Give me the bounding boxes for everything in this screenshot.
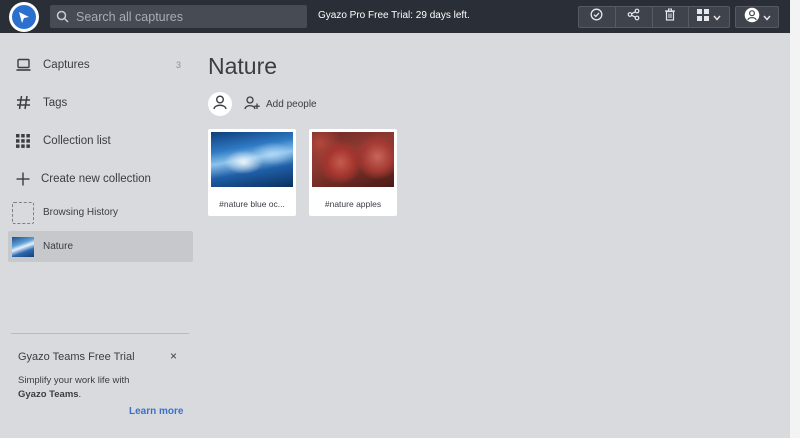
account-menu-button[interactable] <box>735 6 779 28</box>
promo-body-text: Simplify your work life with <box>18 375 130 386</box>
avatar[interactable] <box>208 92 232 116</box>
user-icon <box>211 93 229 116</box>
select-button[interactable] <box>579 7 616 27</box>
learn-more-link[interactable]: Learn more <box>129 406 183 417</box>
capture-thumbnail[interactable] <box>211 132 293 187</box>
sidebar-item-label: Captures <box>43 58 90 71</box>
grid-dots-icon <box>8 133 38 148</box>
sidebar-item-captures[interactable]: Captures 3 <box>8 49 193 80</box>
capture-card[interactable]: #nature apples <box>309 129 397 216</box>
share-icon <box>627 8 640 26</box>
search-box[interactable] <box>50 5 307 28</box>
nature-thumbnail <box>8 236 38 257</box>
sidebar: Captures 3 Tags Collection list Create n… <box>0 33 200 438</box>
sidebar-divider <box>11 333 189 334</box>
captures-count: 3 <box>175 59 181 70</box>
page-title: Nature <box>208 53 278 79</box>
sidebar-item-create-collection[interactable]: Create new collection <box>8 163 193 194</box>
capture-thumbnail[interactable] <box>312 132 394 187</box>
hash-icon <box>8 95 38 110</box>
view-mode-button[interactable] <box>689 7 729 27</box>
top-bar: Gyazo Pro Free Trial: 29 days left. <box>0 0 790 33</box>
sidebar-item-tags[interactable]: Tags <box>8 87 193 118</box>
capture-caption: #nature blue oc... <box>219 199 285 209</box>
sidebar-item-label: Browsing History <box>43 207 119 218</box>
toolbar-group <box>578 6 730 28</box>
trial-status-text: Gyazo Pro Free Trial: 29 days left. <box>318 10 470 21</box>
window-edge <box>790 0 800 438</box>
sidebar-item-browsing-history[interactable]: Browsing History <box>8 197 193 228</box>
sidebar-item-collection-list[interactable]: Collection list <box>8 125 193 156</box>
capture-card[interactable]: #nature blue oc... <box>208 129 296 216</box>
trash-icon <box>664 8 676 26</box>
add-people-label: Add people <box>266 99 317 110</box>
promo-body-bold: Gyazo Teams <box>18 389 79 400</box>
promo-body: Simplify your work life with Gyazo Teams… <box>18 374 183 402</box>
sidebar-item-label: Nature <box>43 241 74 252</box>
grid-view-icon <box>697 8 710 26</box>
promo-title: Gyazo Teams Free Trial <box>18 351 135 363</box>
sidebar-item-label: Collection list <box>43 134 111 147</box>
share-button[interactable] <box>616 7 653 27</box>
dashed-square-icon <box>8 201 38 224</box>
sidebar-item-label: Tags <box>43 96 68 109</box>
promo-body-suffix: . <box>78 389 82 400</box>
chevron-down-icon <box>762 8 771 26</box>
delete-button[interactable] <box>653 7 690 27</box>
add-people-button[interactable]: Add people <box>244 95 317 114</box>
add-user-icon <box>244 95 260 114</box>
close-icon[interactable]: × <box>170 349 177 363</box>
account-icon <box>744 7 760 28</box>
sidebar-item-label: Create new collection <box>41 172 151 185</box>
laptop-icon <box>8 58 38 72</box>
check-circle-icon <box>590 8 603 26</box>
gyazo-logo[interactable] <box>9 2 39 32</box>
chevron-down-icon <box>713 8 721 26</box>
sidebar-item-nature[interactable]: Nature <box>8 231 193 262</box>
search-icon <box>56 10 70 24</box>
gyazo-logo-icon <box>12 5 36 29</box>
plus-icon <box>8 172 38 186</box>
capture-caption: #nature apples <box>324 199 382 209</box>
search-input[interactable] <box>76 9 296 24</box>
